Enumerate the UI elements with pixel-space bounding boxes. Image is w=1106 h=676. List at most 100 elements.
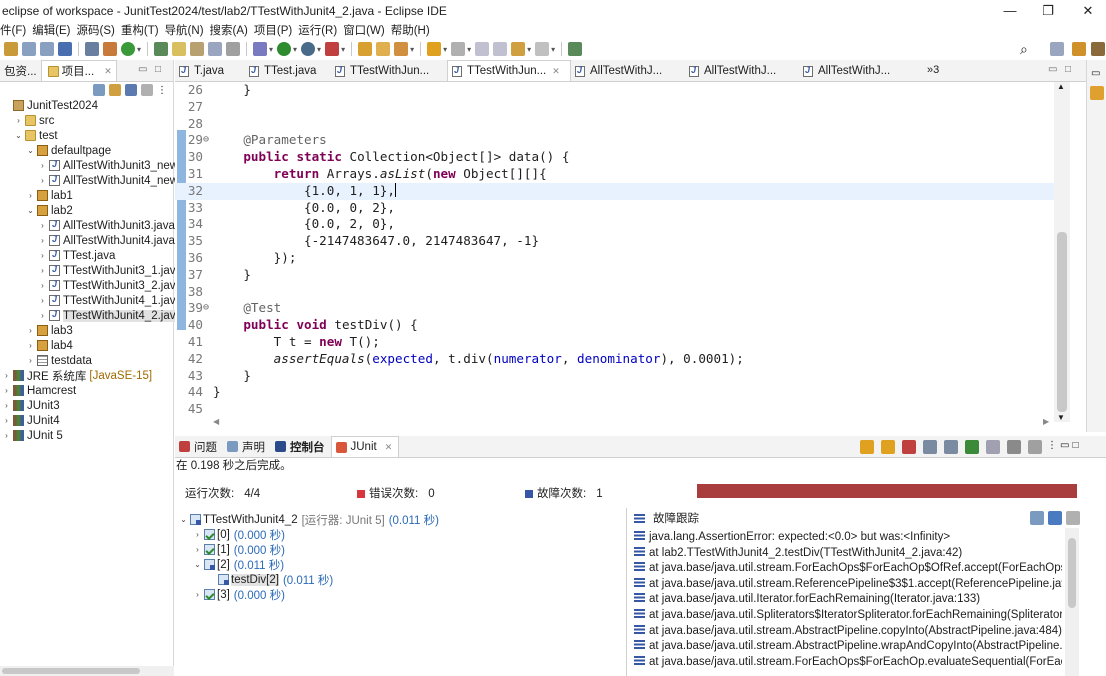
rerun-failed-icon[interactable] [986,440,1000,454]
collapsed-arrow-icon[interactable]: › [26,191,35,200]
show-failures-only-icon[interactable] [902,440,916,454]
code-line[interactable]: 32 {1.0, 1, 1}, [175,182,1055,200]
menu-window[interactable]: 窗口(W) [339,22,391,38]
outline-view-icon[interactable] [1090,86,1104,100]
collapsed-arrow-icon[interactable]: › [193,530,202,539]
trace-line[interactable]: at java.base/java.util.stream.ForEachOps… [634,561,1062,577]
next-failure-icon[interactable] [860,440,874,454]
close-tab-icon[interactable]: ✕ [552,66,560,77]
code-line[interactable]: 39 ⊖ @Test [175,300,1055,317]
filter-icon[interactable] [125,84,137,96]
trace-line[interactable]: at lab2.TTestWithJunit4_2.testDiv(TTestW… [634,546,1062,562]
open-perspective-icon[interactable] [394,42,409,56]
menu-refactor[interactable]: 重构(T) [117,22,165,38]
scroll-down-icon[interactable]: ▼ [1057,413,1065,422]
collapsed-arrow-icon[interactable]: › [2,386,11,395]
code-line[interactable]: 31 return Arrays.asList(new Object[][]{ [175,166,1055,183]
code-line[interactable]: 42 assertEquals(expected, t.div(numerato… [175,351,1055,368]
tab-problems[interactable]: 问题 [175,436,223,457]
maximize-view-icon[interactable]: □ [1072,440,1078,454]
save-icon[interactable] [22,42,36,56]
test-tree-item[interactable]: › [0] (0.000 秒) [193,527,285,542]
tree-item[interactable]: › TTestWithJunit4_1.java [38,293,182,308]
code-line[interactable]: 40 public void testDiv() { [175,317,1055,334]
test-tree-item[interactable]: testDiv[2] (0.011 秒) [207,572,333,587]
expanded-arrow-icon[interactable]: ⌄ [193,560,202,569]
trace-line[interactable]: at java.base/java.util.Iterator.forEachR… [634,592,1062,608]
collapsed-arrow-icon[interactable]: › [193,545,202,554]
coverage-icon[interactable] [121,42,135,56]
mark-occurrences-icon[interactable] [172,42,187,56]
menu-edit[interactable]: 编辑(E) [28,22,76,38]
close-tab-icon[interactable]: ✕ [104,66,112,77]
tree-item[interactable]: › TTestWithJunit4_2.java [38,308,182,323]
expanded-arrow-icon[interactable]: ⌄ [26,206,35,215]
terminal-icon[interactable] [58,42,72,56]
open-console-icon[interactable] [568,42,583,56]
scroll-right-icon[interactable]: ▶ [1043,417,1049,426]
maximize-editor-icon[interactable]: □ [1065,64,1071,75]
restore-button[interactable]: ❐ [1028,0,1068,21]
trace-line[interactable]: java.lang.AssertionError: expected:<0.0>… [634,530,1062,546]
show-skipped-icon[interactable] [923,440,937,454]
fold-toggle-icon[interactable]: ⊖ [203,300,209,317]
collapsed-arrow-icon[interactable]: › [26,326,35,335]
menu-project[interactable]: 项目(P) [250,22,298,38]
code-line[interactable]: 35 {-2147483647.0, 2147483647, -1} [175,233,1055,250]
editor-tab[interactable]: T.java [175,61,245,81]
collapsed-arrow-icon[interactable]: › [38,176,47,185]
code-line[interactable]: 44} [175,384,1055,401]
collapsed-arrow-icon[interactable]: › [26,341,35,350]
menu-run[interactable]: 运行(R) [294,22,343,38]
expanded-arrow-icon[interactable]: ⌄ [26,146,35,155]
tree-item[interactable]: › AllTestWithJunit3.java [38,218,175,233]
collapsed-arrow-icon[interactable]: › [2,431,11,440]
new-class-icon[interactable] [376,42,391,56]
tab-declaration[interactable]: 声明 [223,436,271,457]
tree-item[interactable]: › JUnit3 [2,398,59,413]
open-task-icon[interactable] [190,42,205,56]
expanded-arrow-icon[interactable]: ⌄ [179,515,188,524]
last-edit-icon[interactable] [475,42,490,56]
editor-vertical-scrollbar[interactable]: ▲ ▼ [1054,82,1070,422]
toggle-block-icon[interactable] [208,42,223,56]
prev-annotation-icon[interactable] [451,42,466,56]
editor-tab[interactable]: TTestWithJun... ✕ [447,60,571,81]
code-area[interactable]: 26 } 27 28 29 ⊖ @Parameters 30 public static … [175,82,1055,422]
code-line[interactable]: 34 {0.0, 2, 0}, [175,216,1055,233]
collapsed-arrow-icon[interactable]: › [2,401,11,410]
collapsed-arrow-icon[interactable]: › [38,266,47,275]
new-icon[interactable] [4,42,18,56]
code-line[interactable]: 29 ⊖ @Parameters [175,132,1055,149]
editor-tab[interactable]: AllTestWithJ... [685,61,799,81]
code-line[interactable]: 41 T t = new T(); [175,334,1055,351]
code-line[interactable]: 37 } [175,267,1055,284]
code-line[interactable]: 45 [175,401,1055,418]
next-annotation-icon[interactable] [427,42,442,56]
code-line[interactable]: 33 {0.0, 0, 2}, [175,200,1055,217]
test-tree-item[interactable]: ⌄ [2] (0.011 秒) [193,557,284,572]
scroll-up-icon[interactable]: ▲ [1057,82,1065,91]
collapsed-arrow-icon[interactable]: › [38,161,47,170]
close-tab-icon[interactable]: ✕ [385,442,393,453]
scrollbar-thumb[interactable] [1057,232,1067,412]
run-icon[interactable] [277,42,292,56]
editor-tab[interactable]: TTestWithJun... [331,61,447,81]
more-tabs-button[interactable]: »3 [927,64,939,76]
code-line[interactable]: 28 [175,116,1055,133]
menu-search[interactable]: 搜索(A) [206,22,254,38]
save-all-icon[interactable] [40,42,54,56]
tree-item[interactable]: › TTestWithJunit3_1.java [38,263,182,278]
menu-help[interactable]: 帮助(H) [387,22,436,38]
maximize-view-icon[interactable]: □ [155,64,161,75]
minimize-editor-icon[interactable]: ▭ [1048,64,1057,75]
link-editor-icon[interactable] [109,84,121,96]
minimize-button[interactable]: — [990,0,1030,21]
tree-item[interactable]: › lab4 [26,338,73,353]
scroll-lock-icon[interactable] [944,440,958,454]
copy-trace-icon[interactable] [1066,511,1080,525]
scrollbar-thumb[interactable] [1068,538,1076,608]
tab-package-explorer[interactable]: 包资... [0,60,41,81]
scroll-left-icon[interactable]: ◀ [213,417,219,426]
trace-line[interactable]: at java.base/java.util.stream.AbstractPi… [634,624,1062,640]
